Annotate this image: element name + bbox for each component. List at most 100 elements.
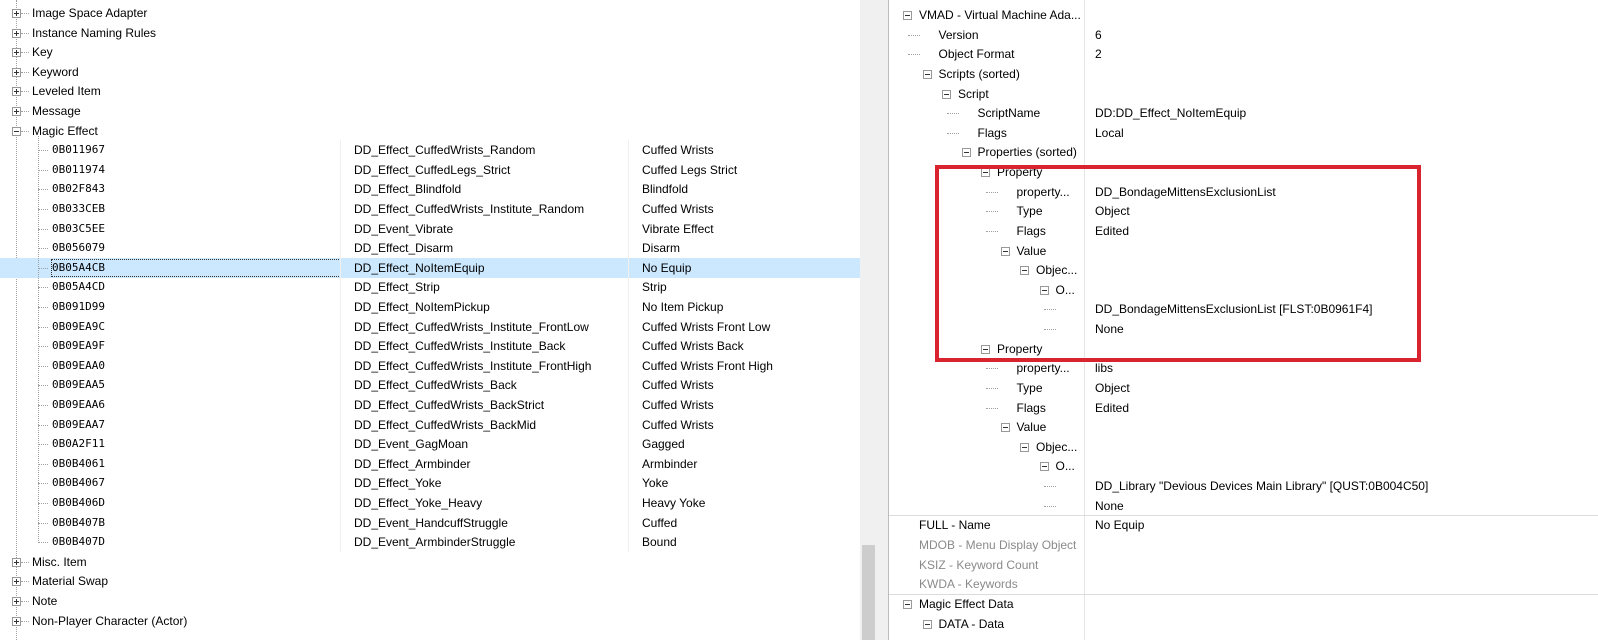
record-editor-id: DD_Effect_CuffedWrists_BackMid xyxy=(354,417,537,432)
expand-toggle-icon[interactable] xyxy=(12,577,21,587)
record-row[interactable]: 0B09EAA0 DD_Effect_CuffedWrists_Institute… xyxy=(0,355,860,376)
record-field-row[interactable]: Objec... xyxy=(889,437,1598,457)
expand-toggle-icon[interactable] xyxy=(12,87,21,97)
field-label: Flags xyxy=(1016,400,1046,415)
tree-connector xyxy=(38,169,48,171)
tree-category-row[interactable]: Keyword xyxy=(0,62,860,82)
record-field-row[interactable]: O... xyxy=(889,456,1598,476)
scrollbar-thumb[interactable] xyxy=(862,545,875,640)
record-row[interactable]: 0B011974 DD_Effect_CuffedLegs_Strict Cuffe… xyxy=(0,159,860,180)
panel-splitter[interactable] xyxy=(878,0,888,640)
record-field-row[interactable]: Value xyxy=(889,417,1598,437)
record-field-row[interactable]: DATA - Data xyxy=(889,614,1598,634)
record-row[interactable]: 0B0B4067 DD_Effect_Yoke Yoke xyxy=(0,473,860,494)
tree-category-row[interactable]: Message xyxy=(0,101,860,121)
expand-toggle-icon[interactable] xyxy=(12,616,21,626)
record-row[interactable]: 0B09EA9C DD_Effect_CuffedWrists_Institute… xyxy=(0,316,860,337)
tree-connector xyxy=(985,368,998,370)
record-field-row[interactable]: KSIZ - Keyword Count xyxy=(889,555,1598,575)
record-row[interactable]: 0B0B4061 DD_Effect_Armbinder Armbinder xyxy=(0,453,860,474)
record-row[interactable]: 0B0B407D DD_Event_ArmbinderStruggle Bound xyxy=(0,532,860,553)
tree-connector xyxy=(38,307,48,308)
collapse-toggle-icon[interactable] xyxy=(903,11,912,20)
record-editor-id: DD_Effect_Strip xyxy=(354,280,440,295)
record-name: Cuffed Wrists xyxy=(642,417,714,432)
record-formid: 0B033CEB xyxy=(52,202,105,215)
record-row[interactable]: 0B0B406D DD_Effect_Yoke_Heavy Heavy Yoke xyxy=(0,493,860,513)
tree-category-row[interactable]: Instance Naming Rules xyxy=(0,23,860,43)
category-label: Misc. Item xyxy=(32,554,87,569)
record-field-row[interactable]: DD_Library "Devious Devices Main Library… xyxy=(889,476,1598,496)
record-row[interactable]: 0B011967 DD_Effect_CuffedWrists_Random Cuf… xyxy=(0,140,860,161)
record-row[interactable]: 0B09EA9F DD_Effect_CuffedWrists_Institute… xyxy=(0,336,860,357)
record-row[interactable]: 0B033CEB DD_Effect_CuffedWrists_Institute… xyxy=(0,199,860,219)
tree-connector xyxy=(21,91,29,93)
collapse-toggle-icon[interactable] xyxy=(903,599,912,609)
record-field-row[interactable]: Scripts (sorted) xyxy=(889,64,1598,84)
record-field-row[interactable]: Magic Effect Data xyxy=(889,593,1598,614)
record-row[interactable]: 0B09EAA5 DD_Effect_CuffedWrists_Back Cuffe… xyxy=(0,375,860,396)
tree-category-row[interactable]: Key xyxy=(0,42,860,62)
tree-connector xyxy=(21,32,29,34)
collapse-toggle-icon[interactable] xyxy=(1039,462,1049,472)
column-separator xyxy=(340,199,341,219)
record-field-row[interactable]: FULL - Name No Equip xyxy=(889,515,1598,535)
record-field-row[interactable]: None xyxy=(889,496,1598,516)
record-row[interactable]: 0B0A2F11 DD_Event_GagMoan Gagged xyxy=(0,434,860,455)
field-value: DD_Library "Devious Devices Main Library… xyxy=(1095,479,1429,494)
collapse-toggle-icon[interactable] xyxy=(1020,442,1029,452)
expand-toggle-icon[interactable] xyxy=(12,597,21,606)
collapse-toggle-icon[interactable] xyxy=(922,69,932,79)
tree-connector xyxy=(21,111,29,112)
record-field-row[interactable]: Flags Local xyxy=(889,123,1598,143)
record-row[interactable]: 0B03C5EE DD_Event_Vibrate Vibrate Effect xyxy=(0,218,860,239)
tree-connector xyxy=(38,189,48,191)
record-formid: 0B056079 xyxy=(52,241,105,255)
record-row[interactable]: 0B05A4CD DD_Effect_Strip Strip xyxy=(0,277,860,298)
record-row[interactable]: 0B091D99 DD_Effect_NoItemPickup No Item Pi… xyxy=(0,297,860,317)
tree-category-row[interactable]: Image Space Adapter xyxy=(0,3,860,23)
record-row[interactable]: 0B09EAA6 DD_Effect_CuffedWrists_BackStric… xyxy=(0,395,860,415)
record-field-row[interactable]: KWDA - Keywords xyxy=(889,574,1598,594)
expand-toggle-icon[interactable] xyxy=(12,9,21,18)
expand-toggle-icon[interactable] xyxy=(12,107,21,116)
record-formid: 0B091D99 xyxy=(52,300,105,313)
record-field-row[interactable]: ScriptName DD:DD_Effect_NoItemEquip xyxy=(889,103,1598,123)
record-field-row[interactable]: Script xyxy=(889,84,1598,104)
expand-toggle-icon[interactable] xyxy=(12,48,21,58)
record-field-row[interactable]: Object Format 2 xyxy=(889,44,1598,64)
expand-toggle-icon[interactable] xyxy=(12,28,21,38)
record-field-row[interactable]: MDOB - Menu Display Object xyxy=(889,535,1598,555)
record-row[interactable]: 0B05A4CB DD_Effect_NoItemEquip No Equip xyxy=(0,257,860,278)
record-field-row[interactable]: Properties (sorted) xyxy=(889,142,1598,162)
tree-category-row[interactable]: Leveled Item xyxy=(0,81,860,101)
collapse-toggle-icon[interactable] xyxy=(12,126,21,136)
record-row[interactable]: 0B0B407B DD_Event_HandcuffStruggle Cuffed xyxy=(0,512,860,533)
tree-category-row[interactable]: Non-Player Character (Actor) xyxy=(0,611,860,631)
record-field-row[interactable]: VMAD - Virtual Machine Ada... xyxy=(889,5,1598,25)
tree-connector xyxy=(38,248,48,250)
record-field-row[interactable]: Type Object xyxy=(889,378,1598,398)
record-tree-panel[interactable]: Image Space Adapter Instance Naming Rules… xyxy=(0,0,860,640)
field-label: Script xyxy=(958,86,989,101)
collapse-toggle-icon[interactable] xyxy=(961,148,971,158)
tree-category-row[interactable]: Magic Effect xyxy=(0,121,860,141)
record-field-row[interactable]: Flags Edited xyxy=(889,398,1598,418)
expand-toggle-icon[interactable] xyxy=(12,557,21,567)
collapse-toggle-icon[interactable] xyxy=(1000,423,1010,433)
expand-toggle-icon[interactable] xyxy=(12,67,21,77)
tree-category-row[interactable]: Misc. Item xyxy=(0,552,860,572)
record-field-row[interactable]: Version 6 xyxy=(889,25,1598,45)
collapse-toggle-icon[interactable] xyxy=(942,89,951,99)
record-row[interactable]: 0B02F843 DD_Effect_Blindfold Blindfold xyxy=(0,179,860,200)
record-editor-id: DD_Effect_CuffedWrists_Institute_FrontLo… xyxy=(354,319,589,334)
column-separator xyxy=(340,218,341,239)
record-row[interactable]: 0B056079 DD_Effect_Disarm Disarm xyxy=(0,238,860,259)
tree-category-row[interactable]: Material Swap xyxy=(0,571,860,591)
record-row[interactable]: 0B09EAA7 DD_Effect_CuffedWrists_BackMid Cu… xyxy=(0,414,860,435)
collapse-toggle-icon[interactable] xyxy=(922,619,932,629)
record-tree-scrollbar[interactable] xyxy=(860,0,878,640)
tree-category-row[interactable]: Note xyxy=(0,591,860,611)
column-separator xyxy=(340,297,341,317)
tree-connector xyxy=(38,542,48,544)
